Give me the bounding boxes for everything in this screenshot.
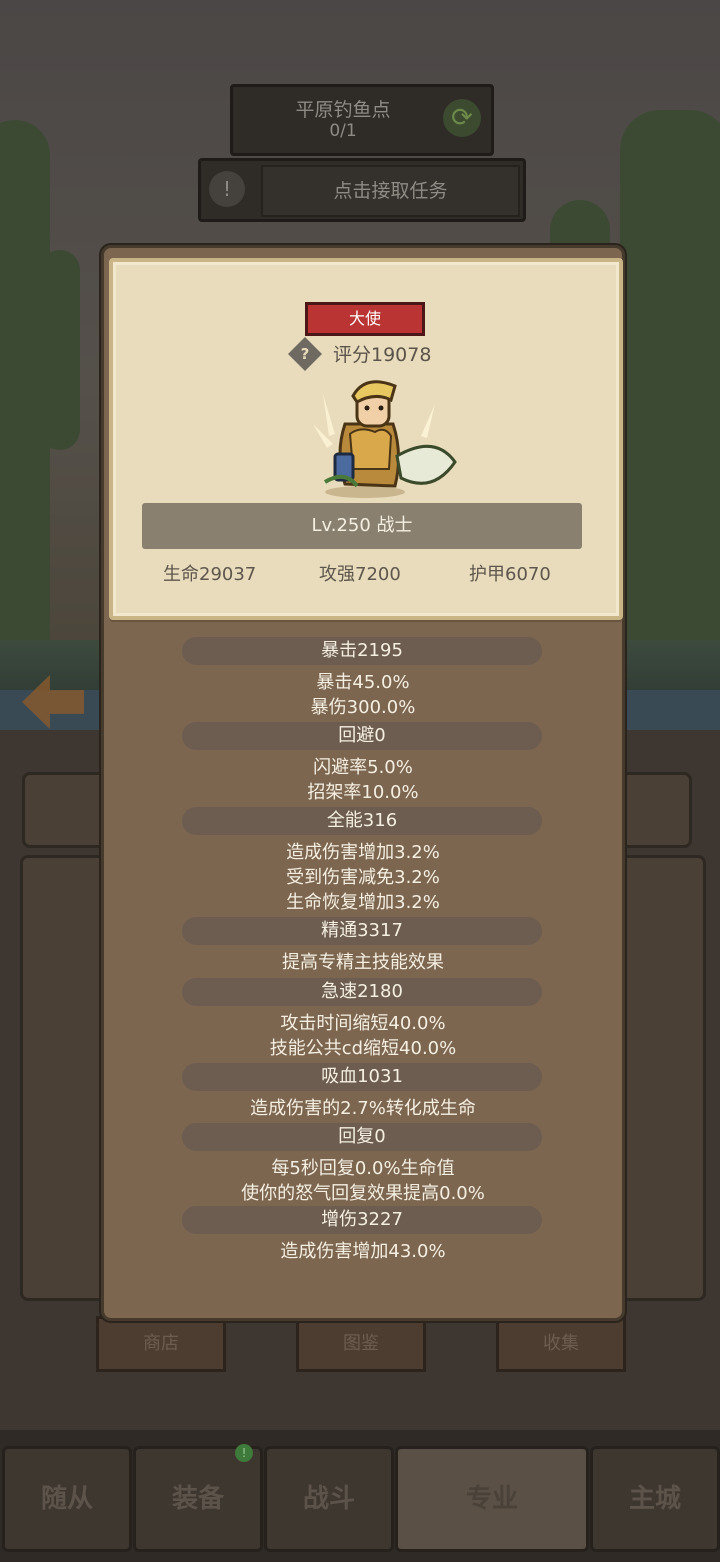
character-card: 大使 ? 评分19078 Lv.250 战士 生命29037 攻强7200 护甲… [109, 258, 623, 620]
hp-stat: 生命29037 [163, 564, 257, 585]
stat-header-dodge: 回避0 [182, 722, 542, 750]
accept-quest-button[interactable]: 点击接取任务 [261, 165, 520, 217]
stat-line: 受到伤害减免3.2% [286, 867, 440, 888]
collection-button[interactable]: 收集 [496, 1316, 626, 1372]
stat-line: 招架率10.0% [307, 782, 419, 803]
exclamation-icon: ! [209, 171, 245, 207]
stat-line: 使你的怒气回复效果提高0.0% [241, 1183, 485, 1204]
armor-stat: 护甲6070 [469, 564, 551, 585]
shop-button[interactable]: 商店 [96, 1316, 226, 1372]
stat-line: 攻击时间缩短40.0% [280, 1013, 446, 1034]
stat-header-mastery: 精通3317 [182, 917, 542, 945]
stat-header-crit: 暴击2195 [182, 637, 542, 665]
stat-line: 造成伤害增加3.2% [286, 842, 440, 863]
hero-portrait [313, 380, 457, 498]
cactus-left-arm [40, 250, 80, 450]
score-text: 评分19078 [333, 344, 432, 366]
stat-line: 提高专精主技能效果 [282, 952, 444, 973]
nav-followers[interactable]: 随从 [2, 1446, 132, 1552]
stat-header-recovery: 回复0 [182, 1123, 542, 1151]
title-badge: 大使 [305, 302, 425, 336]
stat-line: 暴伤300.0% [310, 697, 416, 718]
nav-battle[interactable]: 战斗 [264, 1446, 394, 1552]
stat-line: 生命恢复增加3.2% [286, 892, 440, 913]
stat-header-versatility: 全能316 [182, 807, 542, 835]
location-name: 平原钓鱼点 [295, 99, 391, 121]
stat-header-damage-bonus: 增伤3227 [182, 1206, 542, 1234]
bottom-nav: 随从 装备 战斗 专业 主城 [0, 1430, 720, 1562]
refresh-icon[interactable]: ⟳ [443, 99, 481, 137]
stat-line: 每5秒回复0.0%生命值 [271, 1158, 455, 1179]
stat-line: 造成伤害的2.7%转化成生命 [250, 1098, 476, 1119]
stat-line: 闪避率5.0% [313, 757, 413, 778]
location-progress: 0/1 [329, 121, 357, 141]
stat-header-haste: 急速2180 [182, 978, 542, 1006]
cactus-right [620, 110, 720, 670]
codex-button[interactable]: 图鉴 [296, 1316, 426, 1372]
stat-line: 技能公共cd缩短40.0% [269, 1038, 457, 1059]
stat-line: 暴击45.0% [316, 672, 410, 693]
quest-panel: ! 点击接取任务 [198, 158, 526, 222]
notification-badge: ! [235, 1444, 253, 1462]
level-class-bar: Lv.250 战士 [142, 503, 582, 549]
stat-line: 造成伤害增加43.0% [280, 1241, 446, 1262]
nav-main-city[interactable]: 主城 [590, 1446, 720, 1552]
character-stats-modal: 大使 ? 评分19078 Lv.250 战士 生命29037 攻强7200 护甲… [101, 245, 625, 1321]
question-mark-glyph: ? [300, 345, 310, 363]
stat-header-lifesteal: 吸血1031 [182, 1063, 542, 1091]
attack-stat: 攻强7200 [319, 564, 401, 585]
nav-profession[interactable]: 专业 [395, 1446, 589, 1552]
location-panel: 平原钓鱼点 0/1 ⟳ [230, 84, 494, 156]
